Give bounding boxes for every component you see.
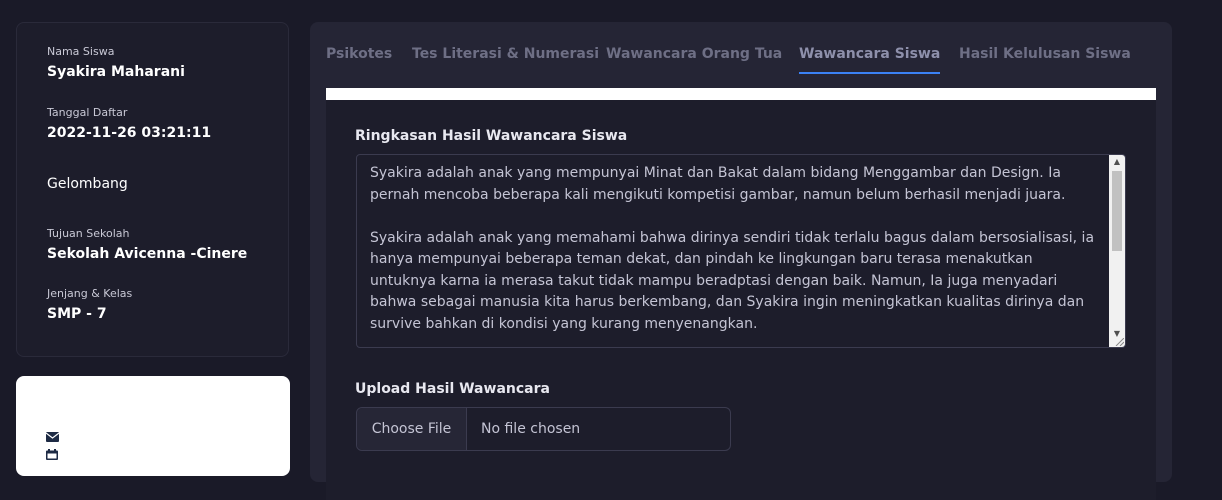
student-profile-card: Nama Siswa Syakira Maharani Tanggal Daft… [16, 22, 289, 357]
student-name: Syakira Maharani [47, 64, 185, 80]
target-school-field: Tujuan Sekolah Sekolah Avicenna -Cinere [47, 227, 247, 263]
summary-text: Syakira adalah anak yang mempunyai Minat… [370, 165, 1095, 332]
contact-card [16, 376, 290, 476]
summary-label: Ringkasan Hasil Wawancara Siswa [355, 128, 628, 144]
tab-hasil-kelulusan[interactable]: Hasil Kelulusan Siswa [959, 46, 1131, 72]
choose-file-button[interactable]: Choose File [357, 408, 467, 450]
student-name-field: Nama Siswa Syakira Maharani [47, 45, 185, 81]
student-name-label: Nama Siswa [47, 45, 115, 58]
interview-panel: Psikotes Tes Literasi & Numerasi Wawanca… [310, 22, 1172, 500]
resize-handle-icon[interactable] [1114, 338, 1124, 346]
tab-psikotes[interactable]: Psikotes [326, 46, 392, 72]
calendar-icon [46, 449, 58, 460]
upload-file-input[interactable]: Choose File No file chosen [356, 407, 731, 451]
level-class-field: Jenjang & Kelas SMP - 7 [47, 287, 132, 323]
upload-label: Upload Hasil Wawancara [355, 381, 550, 397]
envelope-icon [46, 432, 59, 442]
textarea-scrollbar[interactable]: ▲ ▼ [1109, 155, 1125, 347]
registered-date: 2022-11-26 03:21:11 [47, 125, 212, 141]
scroll-thumb[interactable] [1112, 171, 1122, 251]
scroll-up-icon[interactable]: ▲ [1109, 155, 1125, 169]
registered-date-field: Tanggal Daftar 2022-11-26 03:21:11 [47, 106, 211, 142]
tab-wawancara-siswa[interactable]: Wawancara Siswa [799, 46, 941, 74]
wave-label: Gelombang [47, 176, 128, 192]
level-class: SMP - 7 [47, 306, 107, 322]
tab-wawancara-orang-tua[interactable]: Wawancara Orang Tua [606, 46, 782, 72]
summary-textarea[interactable]: Syakira adalah anak yang mempunyai Minat… [356, 154, 1126, 348]
tab-content-top-bar [326, 88, 1156, 100]
target-school-label: Tujuan Sekolah [47, 227, 130, 240]
interview-form: Ringkasan Hasil Wawancara Siswa Syakira … [326, 100, 1156, 500]
file-status-text: No file chosen [481, 421, 581, 437]
tab-literasi-numerasi[interactable]: Tes Literasi & Numerasi [412, 46, 599, 72]
wave-field: Gelombang [47, 175, 128, 193]
level-class-label: Jenjang & Kelas [47, 287, 133, 300]
target-school: Sekolah Avicenna -Cinere [47, 246, 248, 262]
registered-date-label: Tanggal Daftar [47, 106, 128, 119]
